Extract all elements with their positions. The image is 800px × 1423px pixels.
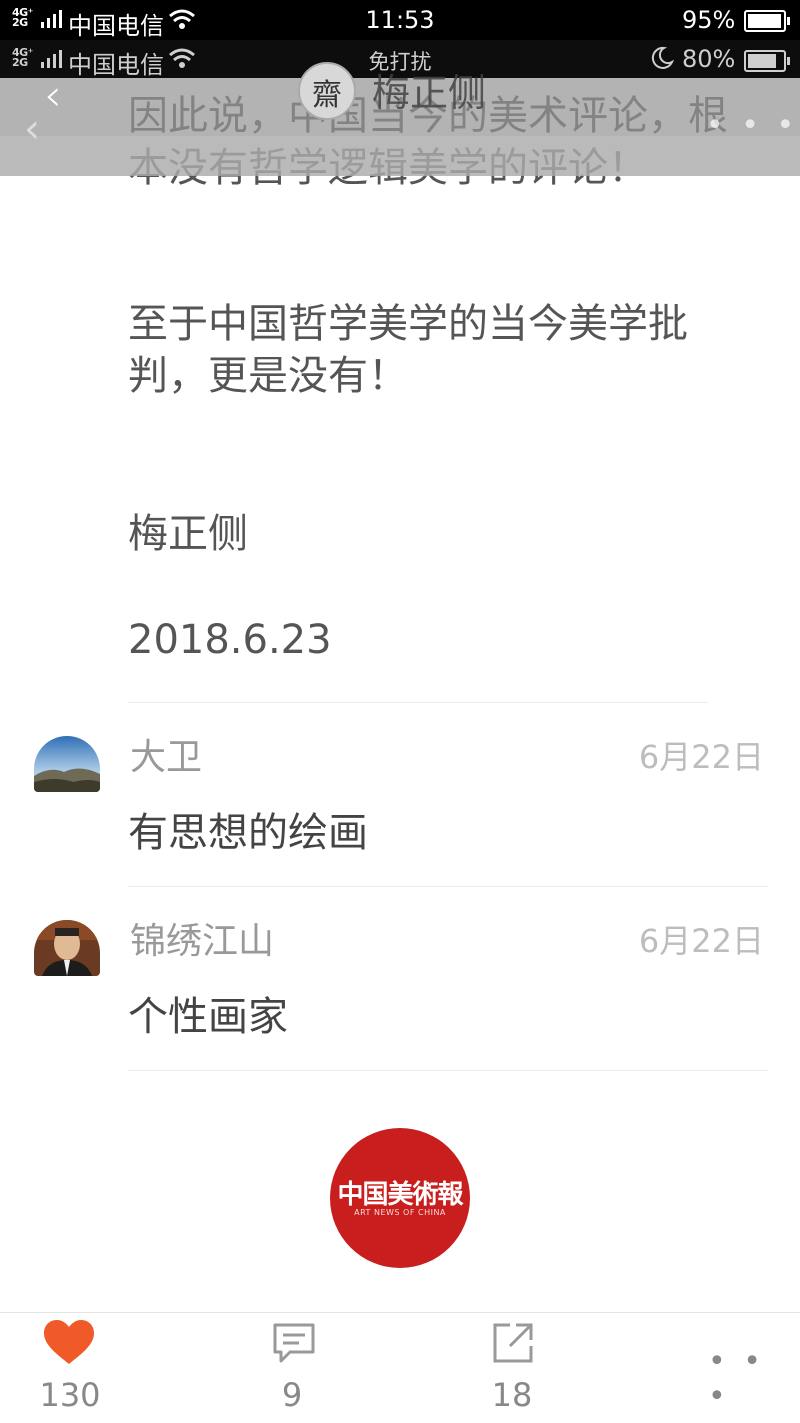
avatar-glyph: 齋	[312, 78, 342, 113]
battery-icon	[744, 10, 790, 32]
like-count: 130	[39, 1376, 101, 1414]
article-date: 2018.6.23	[128, 617, 332, 663]
share-count: 18	[491, 1376, 533, 1414]
publisher-logo-text: 中国美術報	[337, 1180, 463, 1210]
clock: 11:53	[365, 6, 435, 34]
comment-text: 有思想的绘画	[128, 810, 368, 856]
comment-author[interactable]: 大卫	[130, 728, 202, 780]
comment-count: 9	[281, 1376, 303, 1414]
like-button[interactable]	[44, 1320, 94, 1370]
comment-button[interactable]	[272, 1322, 316, 1368]
comment-text: 个性画家	[128, 994, 288, 1040]
author-name[interactable]: 梅正侧	[372, 62, 486, 117]
heart-icon	[44, 1320, 94, 1364]
back-icon[interactable]: ‹	[44, 70, 62, 121]
back-ghost-icon: ‹	[24, 106, 40, 152]
article-signature: 梅正侧	[128, 511, 248, 557]
article-paragraph: 至于中国哲学美学的当今美学批判，更是没有！	[128, 301, 688, 399]
publisher-logo[interactable]: 中国美術報 ART NEWS OF CHINA	[330, 1128, 470, 1268]
more-icon[interactable]: • • •	[708, 1344, 800, 1414]
divider	[128, 886, 768, 887]
publisher-logo-english: ART NEWS OF CHINA	[354, 1208, 446, 1217]
comment-avatar[interactable]	[34, 736, 100, 792]
comment-author[interactable]: 锦绣江山	[130, 912, 274, 964]
divider	[128, 1070, 768, 1071]
battery-percent: 95%	[682, 6, 736, 34]
comment-avatar[interactable]	[34, 920, 100, 976]
status-bar: 4G⁺ 2G 中国电信 11:53 95%	[0, 0, 800, 40]
battery-percent: 80%	[682, 45, 736, 73]
more-options-icon[interactable]: • • •	[706, 108, 798, 143]
share-button[interactable]	[492, 1322, 534, 1368]
comment-date: 6月22日	[638, 922, 764, 960]
bottom-action-bar	[0, 1312, 800, 1423]
battery-icon	[744, 50, 790, 72]
comment-date: 6月22日	[638, 738, 764, 776]
author-avatar[interactable]: 齋	[298, 62, 356, 120]
moon-icon	[650, 46, 675, 74]
share-icon	[493, 1323, 533, 1363]
comment-icon	[273, 1323, 315, 1363]
header-overlay-ghost	[0, 136, 800, 176]
divider	[128, 702, 708, 703]
